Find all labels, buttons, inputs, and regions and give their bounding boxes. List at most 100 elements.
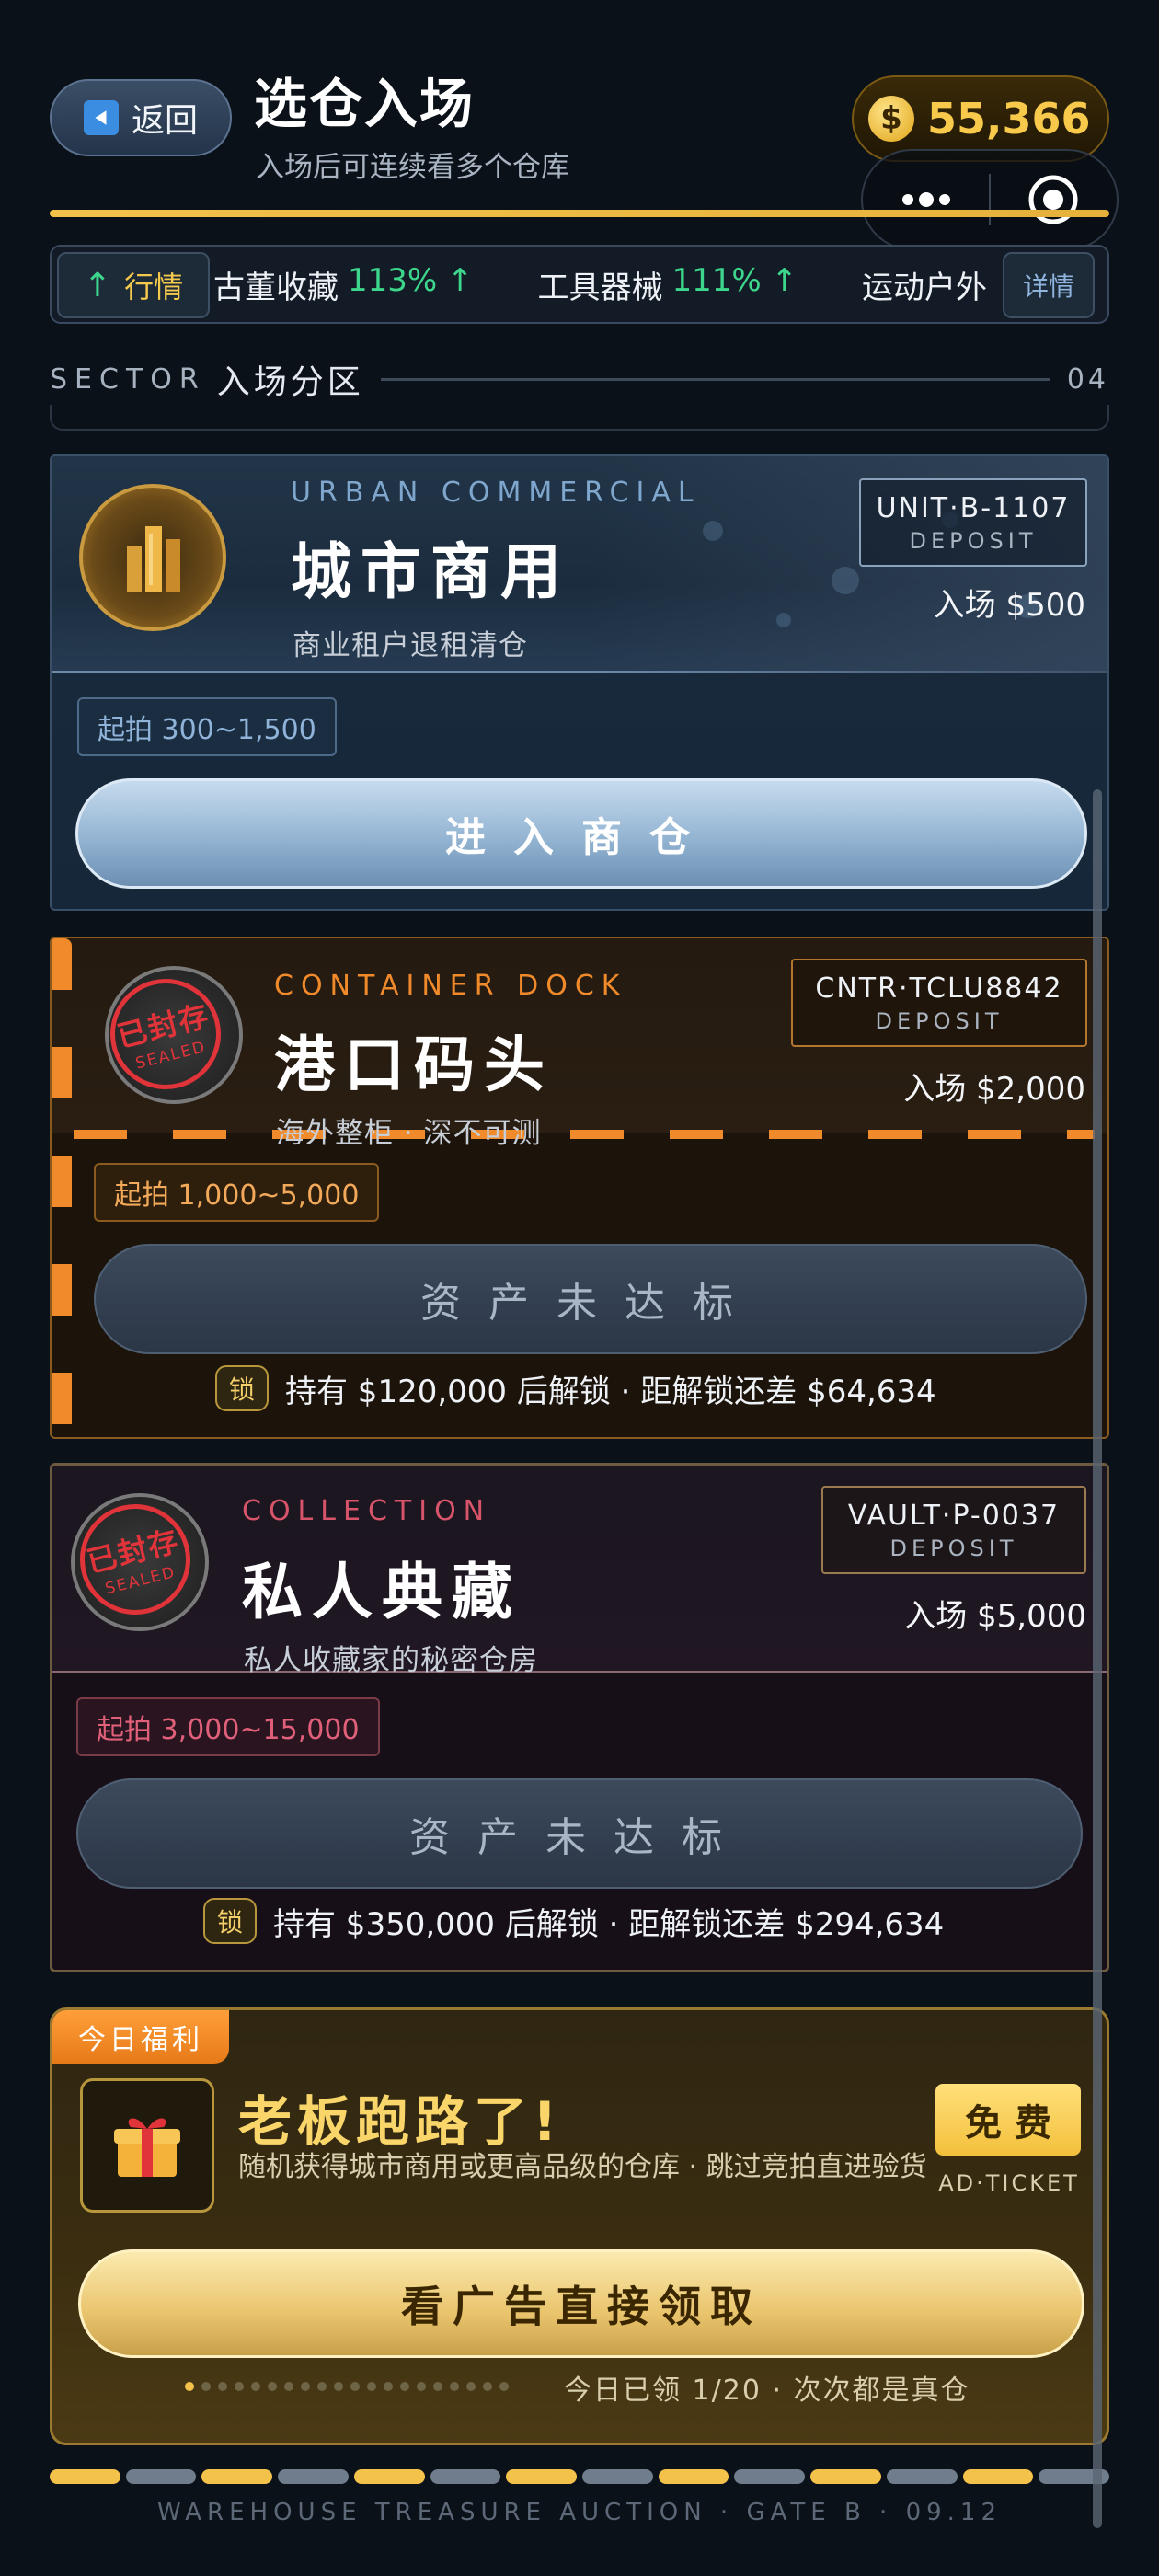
starting-bid-range: 起拍 1,000~5,000 [94, 1163, 380, 1222]
bottom-segment [278, 2469, 349, 2484]
card-category-cn: 城市商用 [291, 536, 570, 607]
claim-dot [201, 2382, 211, 2391]
unit-code: CNTR·TCLU8842 [815, 972, 1063, 1005]
gift-icon [80, 2078, 214, 2213]
warehouse-card-collection: 已封存 SEALED COLLECTION 私人典藏 私人收藏家的秘密仓房 VA… [50, 1463, 1109, 1972]
back-button[interactable]: 返回 [50, 79, 232, 156]
claim-dot [450, 2382, 459, 2391]
ticker-item-name: 工具器械 [537, 269, 663, 306]
claim-dot [334, 2382, 343, 2391]
claim-dot [433, 2382, 442, 2391]
ticker-item: 运动户外 [862, 262, 996, 307]
unit-tag: VAULT·P-0037 DEPOSIT [821, 1486, 1086, 1574]
bottom-segment [658, 2469, 729, 2484]
card-description: 海外整柜 · 深不可测 [276, 1117, 542, 1150]
bottom-segment [201, 2469, 273, 2484]
bottom-segment [125, 2469, 197, 2484]
sector-header: SECTOR 入场分区 04 [50, 361, 1109, 402]
scrollbar[interactable] [1093, 789, 1102, 2528]
claim-dot [483, 2382, 492, 2391]
claim-dot [499, 2382, 509, 2391]
container-dock-emblem-icon: 已封存 SEALED [98, 966, 243, 1104]
ticker-label-text: 行情 [124, 270, 184, 305]
hazard-stripe-vertical [52, 938, 72, 1437]
ad-ticket-label: AD·TICKET [938, 2170, 1080, 2196]
bottom-segment [50, 2469, 120, 2484]
coin-value: 55,366 [927, 94, 1091, 144]
entry-fee: 入场 $500 [933, 587, 1085, 624]
enter-warehouse-button[interactable]: 进入商仓 [75, 778, 1087, 889]
more-dots-icon [901, 192, 950, 207]
daily-reward-card: 今日福利 老板跑路了! 随机获得城市商用或更高品级的仓库 · 跳过竞拍直进验货 … [50, 2007, 1109, 2445]
unlock-requirement: 锁 持有 $120,000 后解锁 · 距解锁还差 $64,634 [215, 1365, 936, 1411]
lock-icon: 锁 [203, 1898, 257, 1944]
unit-deposit-label: DEPOSIT [909, 527, 1038, 554]
ticker-item: 工具器械 111% ↑ [538, 262, 798, 307]
ticker-item-name: 运动户外 [862, 269, 987, 306]
header-progress-bar [50, 210, 1109, 217]
daily-reward-tag: 今日福利 [52, 2010, 229, 2064]
card-category-en: CONTAINER DOCK [274, 970, 627, 1002]
city-building-emblem-icon [79, 484, 226, 631]
claim-status: 今日已领 1/20 · 次次都是真仓 [564, 2375, 970, 2407]
bottom-segment [810, 2469, 881, 2484]
lock-icon: 锁 [215, 1365, 269, 1411]
ticker-items: 古董收藏 113% ↑ 工具器械 111% ↑ 运动户外 [213, 247, 1061, 322]
claim-dot [251, 2382, 260, 2391]
claim-dot [417, 2382, 426, 2391]
unit-deposit-label: DEPOSIT [889, 1535, 1018, 1561]
claim-dot [367, 2382, 376, 2391]
warehouse-card-urban: URBAN COMMERCIAL 城市商用 商业租户退租清仓 UNIT·B-11… [50, 454, 1109, 911]
claim-dot [268, 2382, 277, 2391]
sector-en-label: SECTOR [50, 362, 206, 396]
claim-dot [284, 2382, 293, 2391]
ticker-detail-button[interactable]: 详情 [1003, 252, 1095, 318]
collection-emblem-icon: 已封存 SEALED [68, 1492, 209, 1631]
claim-dot [218, 2382, 227, 2391]
starting-bid-range: 起拍 300~1,500 [77, 697, 337, 756]
sector-cn-label: 入场分区 [216, 363, 364, 401]
sector-count: 04 [1066, 362, 1109, 396]
up-arrow-icon: ↑ [83, 266, 112, 305]
close-button[interactable] [991, 151, 1117, 248]
page-title: 选仓入场 [254, 73, 476, 135]
ticker-item-name: 古董收藏 [213, 269, 339, 306]
bottom-segment [430, 2469, 501, 2484]
assets-insufficient-button[interactable]: 资产未达标 [94, 1244, 1087, 1354]
unlock-requirement-text: 持有 $350,000 后解锁 · 距解锁还差 $294,634 [273, 1905, 945, 1943]
footer-text: WAREHOUSE TREASURE AUCTION · GATE B · 09… [156, 2499, 1003, 2526]
card-description: 商业租户退租清仓 [293, 629, 528, 662]
bottom-segment [886, 2469, 958, 2484]
claim-dot [235, 2382, 244, 2391]
bottom-segment [506, 2469, 578, 2484]
sector-divider [380, 377, 1050, 381]
unit-tag: UNIT·B-1107 DEPOSIT [859, 478, 1087, 567]
claim-dot [400, 2382, 409, 2391]
claim-dot [466, 2382, 476, 2391]
market-ticker: ↑ 行情 古董收藏 113% ↑ 工具器械 111% ↑ 运动户外 详情 [50, 245, 1109, 324]
sector-frame [50, 405, 1109, 431]
bottom-segment [353, 2469, 425, 2484]
bottom-segment [582, 2469, 653, 2484]
unlock-requirement-text: 持有 $120,000 后解锁 · 距解锁还差 $64,634 [285, 1373, 936, 1410]
bottom-segment [962, 2469, 1034, 2484]
assets-insufficient-button[interactable]: 资产未达标 [76, 1778, 1083, 1889]
target-close-icon [1028, 175, 1078, 224]
card-category-cn: 私人典藏 [242, 1557, 522, 1627]
free-badge: 免费 [935, 2084, 1081, 2156]
ticker-item-value: 111% ↑ [671, 261, 798, 299]
more-button[interactable] [863, 151, 989, 248]
claim-dot [317, 2382, 327, 2391]
card-category-cn: 港口码头 [274, 1029, 554, 1100]
bottom-segment-bar [50, 2469, 1110, 2484]
claim-dot [185, 2382, 194, 2391]
unit-code: UNIT·B-1107 [876, 491, 1071, 524]
claim-dot [301, 2382, 310, 2391]
watch-ad-claim-button[interactable]: 看广告直接领取 [78, 2249, 1084, 2358]
entry-fee: 入场 $5,000 [904, 1598, 1086, 1635]
ticker-label-button[interactable]: ↑ 行情 [57, 252, 210, 318]
unlock-requirement: 锁 持有 $350,000 后解锁 · 距解锁还差 $294,634 [203, 1898, 944, 1944]
bottom-segment [734, 2469, 806, 2484]
card-category-en: COLLECTION [242, 1495, 492, 1527]
mini-program-capsule [861, 149, 1119, 250]
